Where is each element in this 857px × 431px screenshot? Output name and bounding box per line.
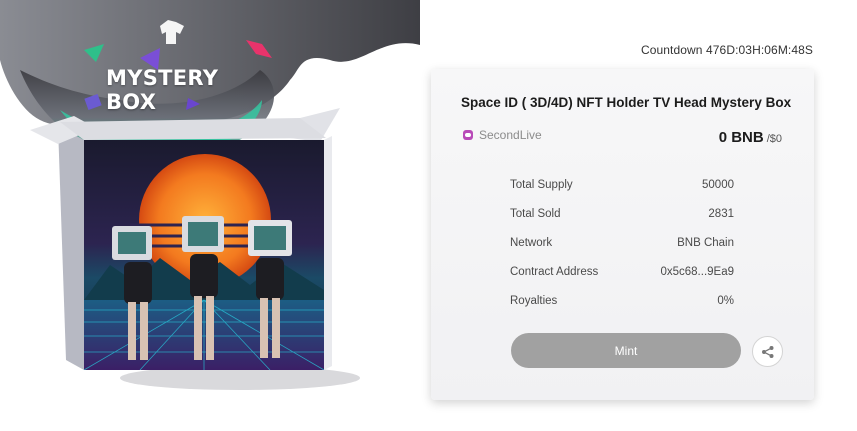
creator-name: SecondLive — [479, 128, 542, 142]
contract-address-link[interactable]: 0x5c68...9Ea9 — [660, 266, 734, 278]
spec-row-total-supply: Total Supply 50000 — [510, 170, 734, 199]
secondlive-logo-icon — [463, 130, 473, 140]
spec-value: 50000 — [702, 178, 734, 191]
creator-link[interactable]: SecondLive — [463, 128, 542, 142]
spec-label: Total Sold — [510, 207, 561, 220]
spec-value: 2831 — [708, 207, 734, 220]
spec-table: Total Supply 50000 Total Sold 2831 Netwo… — [510, 170, 734, 315]
box-artwork — [84, 140, 324, 370]
price-bnb: 0 BNB — [718, 129, 764, 146]
mystery-box-card: Space ID ( 3D/4D) NFT Holder TV Head Mys… — [431, 69, 814, 400]
spec-row-total-sold: Total Sold 2831 — [510, 199, 734, 228]
mystery-box-hero: MYSTERY BOX — [0, 0, 420, 431]
spec-value: 0% — [717, 294, 734, 307]
spec-row-network: Network BNB Chain — [510, 228, 734, 257]
mystery-box-illustration — [30, 108, 360, 390]
spec-label: Royalties — [510, 294, 558, 307]
countdown-timer: Countdown 476D:03H:06M:48S — [640, 43, 813, 57]
spec-value: BNB Chain — [677, 236, 734, 249]
price-usd: /$0 — [766, 133, 782, 145]
spec-label: Total Supply — [510, 178, 573, 191]
share-icon — [761, 345, 773, 358]
spec-row-royalties: Royalties 0% — [510, 286, 734, 315]
price: 0 BNB/$0 — [719, 129, 782, 147]
share-button[interactable] — [752, 336, 783, 367]
mint-button[interactable]: Mint — [511, 333, 741, 368]
product-title: Space ID ( 3D/4D) NFT Holder TV Head Mys… — [461, 95, 792, 110]
spec-row-contract-address: Contract Address 0x5c68...9Ea9 — [510, 257, 734, 286]
spec-label: Network — [510, 236, 553, 249]
spec-label: Contract Address — [510, 265, 599, 278]
